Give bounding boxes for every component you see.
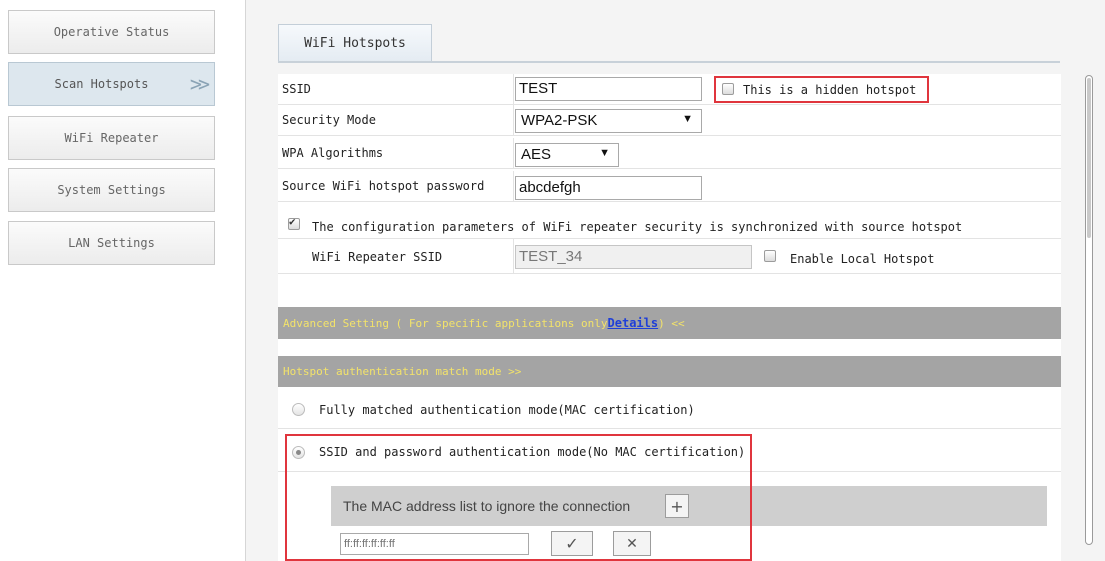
dropdown-arrow-icon: ▼ [599,147,610,159]
advanced-setting-bar: Advanced Setting ( For specific applicat… [278,307,1061,339]
auth-option-mac-radio[interactable] [292,403,305,416]
sidebar-item-label: Scan Hotspots [54,77,149,91]
divider [513,239,514,273]
security-mode-select[interactable]: WPA2-PSK ▼ [515,109,702,133]
scrollbar[interactable] [1085,75,1093,545]
password-label: Source WiFi hotspot password [282,179,485,193]
wpa-algorithms-value: AES [521,146,552,163]
auth-mode-header-text: Hotspot authentication match mode >> [283,365,522,378]
password-input[interactable]: abcdefgh [515,176,702,200]
dropdown-arrow-icon: ▼ [682,113,693,125]
double-chevron-right-icon: >> [189,72,210,96]
sidebar-item-lan-settings[interactable]: LAN Settings [8,221,215,265]
security-mode-value: WPA2-PSK [521,112,598,129]
tab-divider [278,61,1060,63]
wpa-algorithms-label: WPA Algorithms [282,146,384,160]
sidebar-item-wifi-repeater[interactable]: WiFi Repeater [8,116,215,160]
sidebar-item-operative-status[interactable]: Operative Status [8,10,215,54]
sidebar: Operative Status Scan Hotspots >> WiFi R… [0,0,235,561]
wpa-algorithms-select[interactable]: AES ▼ [515,143,619,167]
local-hotspot-checkbox[interactable] [764,250,776,262]
advanced-setting-prefix: Advanced Setting ( For specific applicat… [283,316,608,330]
sync-label: The configuration parameters of WiFi rep… [312,220,963,234]
divider [513,74,514,104]
highlight-box [285,434,752,561]
divider [513,105,514,135]
advanced-setting-suffix[interactable]: ) << [658,317,685,330]
sidebar-item-label: Operative Status [53,25,170,39]
sidebar-item-label: System Settings [57,183,166,197]
scrollbar-thumb[interactable] [1087,78,1091,238]
local-hotspot-label: Enable Local Hotspot [790,252,935,266]
tab-wifi-hotspots[interactable]: WiFi Hotspots [278,24,432,62]
security-mode-label: Security Mode [282,113,376,127]
sidebar-item-system-settings[interactable]: System Settings [8,168,215,212]
repeater-ssid-input[interactable]: TEST_34 [515,245,752,269]
sync-checkbox[interactable] [288,215,300,230]
sidebar-item-label: LAN Settings [68,236,155,250]
auth-option-mac-label: Fully matched authentication mode(MAC ce… [319,403,695,417]
ssid-input[interactable]: TEST [515,77,702,101]
ssid-label: SSID [282,82,311,96]
sidebar-item-label: WiFi Repeater [64,131,159,145]
divider [513,171,514,201]
highlight-box [714,76,929,103]
divider [513,138,514,168]
details-link[interactable]: Details [608,316,659,330]
tab-label: WiFi Hotspots [304,36,406,51]
auth-mode-header[interactable]: Hotspot authentication match mode >> [278,356,1061,387]
sidebar-item-scan-hotspots[interactable]: Scan Hotspots >> [8,62,215,106]
repeater-ssid-label: WiFi Repeater SSID [312,250,443,264]
wpa-algorithms-row: WPA Algorithms [278,138,1061,169]
